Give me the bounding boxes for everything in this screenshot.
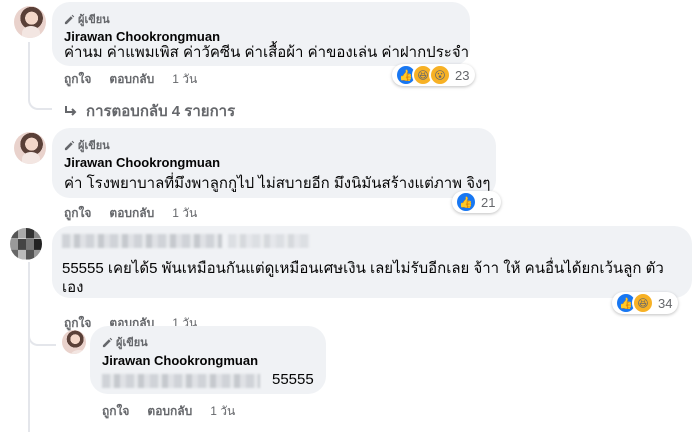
comment-author[interactable]: Jirawan Chookrongmuan [102,353,258,368]
comment-bubble: ผู้เขียน Jirawan Chookrongmuan ค่านม ค่า… [52,2,470,66]
comment-bubble: ผู้เขียน Jirawan Chookrongmuan 55555 [90,326,326,394]
thread-line [28,262,30,432]
comment-text: 55555 เคยได้5 พันเหมือนกันแต่ดูเหมือนเศษ… [62,260,664,277]
like-button[interactable]: ถูกใจ [64,70,91,89]
comment-actions: ถูกใจ ตอบกลับ 1 วัน [102,402,235,421]
author-badge-label: ผู้เขียน [116,337,148,349]
redacted-author-name [62,234,222,248]
author-badge-label: ผู้เขียน [78,14,110,26]
author-badge: ผู้เขียน [64,10,110,28]
thread-line [28,42,30,99]
comment-text: ค่า โรงพยาบาลที่มึงพาลูกกูไป ไม่สบายอีก … [64,175,491,192]
comment-text: ค่านม ค่าแพมเพิส ค่าวัคซีน ค่าเสื้อผ้า ค… [64,44,470,61]
comment-time[interactable]: 1 วัน [172,70,197,89]
comment-text: 55555 [272,371,314,388]
comment-bubble: ผู้เขียน Jirawan Chookrongmuan ค่า โรงพย… [52,128,496,198]
like-button[interactable]: ถูกใจ [102,402,129,421]
avatar[interactable] [14,6,46,38]
pencil-icon [64,140,75,150]
comment-time[interactable]: 1 วัน [172,204,197,223]
avatar[interactable] [14,132,46,164]
reply-button[interactable]: ตอบกลับ [109,204,154,223]
reply-button[interactable]: ตอบกลับ [147,402,192,421]
redacted-text [102,374,260,388]
like-reaction-icon: 👍 [455,191,477,213]
haha-reaction-icon: 😆 [632,292,654,314]
redacted-author-name [228,234,310,248]
author-badge: ผู้เขียน [102,333,148,351]
reaction-count: 23 [455,67,470,83]
comment-actions: ถูกใจ ตอบกลับ 1 วัน [64,70,197,89]
reaction-count: 21 [481,194,496,210]
reaction-summary[interactable]: 👍 😆 😮 23 [392,64,476,86]
comment-time[interactable]: 1 วัน [210,402,235,421]
avatar[interactable] [10,228,42,260]
author-badge: ผู้เขียน [64,136,110,154]
author-badge-label: ผู้เขียน [78,140,110,152]
view-replies-label: การตอบกลับ 4 รายการ [86,103,236,120]
wow-reaction-icon: 😮 [429,64,451,86]
thread-elbow [28,92,52,110]
reply-arrow-icon [65,106,77,116]
comment-actions: ถูกใจ ตอบกลับ 1 วัน [64,204,197,223]
pencil-icon [102,337,113,347]
avatar[interactable] [62,330,86,354]
like-button[interactable]: ถูกใจ [64,204,91,223]
reaction-summary[interactable]: 👍 😆 34 [612,292,679,314]
view-replies-link[interactable]: การตอบกลับ 4 รายการ [64,99,235,123]
pencil-icon [64,14,75,24]
comment-text: เอง [62,279,84,296]
reaction-summary[interactable]: 👍 21 [452,191,502,213]
comment-bubble: 55555 เคยได้5 พันเหมือนกันแต่ดูเหมือนเศษ… [52,226,692,298]
reply-button[interactable]: ตอบกลับ [109,70,154,89]
comment-author[interactable]: Jirawan Chookrongmuan [64,155,220,170]
reaction-count: 34 [658,295,673,311]
thread-elbow [28,328,56,346]
